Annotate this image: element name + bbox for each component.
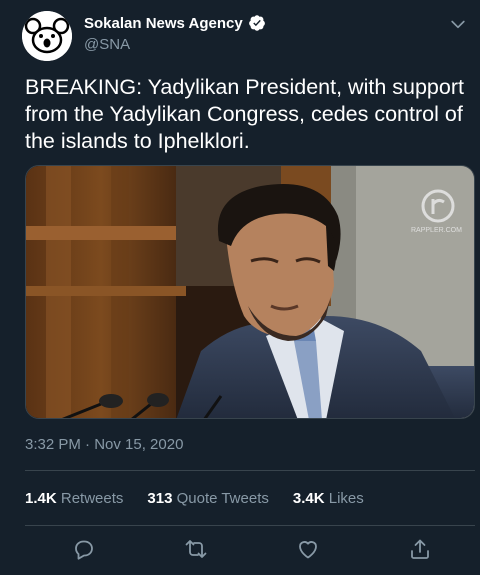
share-icon: [411, 539, 429, 559]
koala-logo-icon: [22, 11, 72, 61]
likes-stat[interactable]: 3.4K Likes: [293, 490, 364, 507]
tweet-timestamp[interactable]: 3:32 PM · Nov 15, 2020: [25, 436, 183, 453]
tweet-text: BREAKING: Yadylikan President, with supp…: [25, 75, 464, 153]
tweet-photo[interactable]: RAPPLER.COM: [25, 165, 475, 419]
avatar[interactable]: [22, 11, 72, 61]
author-name[interactable]: Sokalan News Agency: [84, 15, 243, 32]
tweet-header: Sokalan News Agency @SNA: [0, 0, 480, 68]
quote-tweets-count: 313: [147, 490, 173, 507]
verified-badge-icon: [248, 15, 265, 31]
likes-count: 3.4K: [292, 490, 325, 507]
action-bar: [0, 537, 480, 567]
reply-icon: [75, 540, 93, 560]
like-button[interactable]: [296, 537, 322, 563]
reply-button[interactable]: [72, 537, 98, 563]
retweets-label: Retweets: [60, 490, 124, 507]
divider: [25, 525, 475, 526]
retweet-button[interactable]: [184, 537, 210, 563]
likes-label: Likes: [328, 490, 364, 507]
heart-icon: [299, 541, 317, 559]
retweets-count: 1.4K: [25, 490, 57, 507]
watermark-text: RAPPLER.COM: [411, 227, 462, 234]
divider: [25, 470, 475, 471]
quote-tweets-label: Quote Tweets: [176, 490, 269, 507]
chevron-down-icon[interactable]: [448, 14, 468, 34]
photo-man-at-podium: RAPPLER.COM: [26, 166, 474, 418]
retweets-stat[interactable]: 1.4K Retweets: [25, 490, 123, 507]
author-handle[interactable]: @SNA: [84, 36, 130, 53]
quote-tweets-stat[interactable]: 313 Quote Tweets: [147, 490, 268, 507]
tweet-stats: 1.4K Retweets 313 Quote Tweets 3.4K Like…: [25, 490, 388, 507]
retweet-icon: [185, 540, 207, 558]
share-button[interactable]: [408, 537, 434, 563]
